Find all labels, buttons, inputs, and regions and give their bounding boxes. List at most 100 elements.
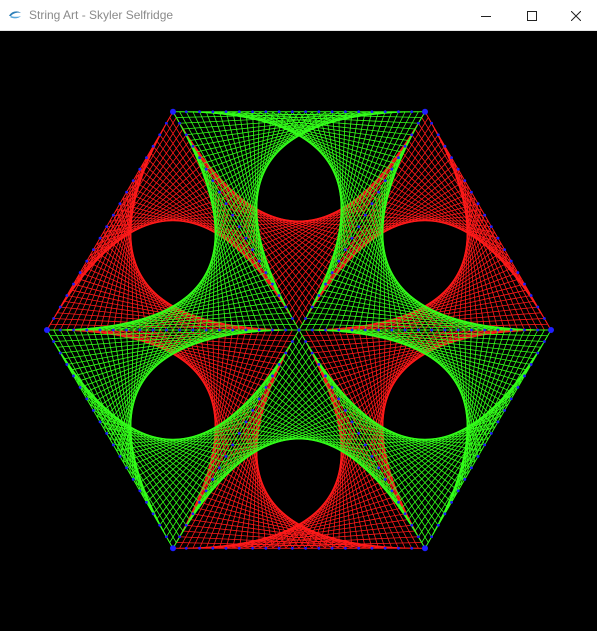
nail [304, 546, 308, 550]
nail [397, 500, 400, 504]
nail [410, 133, 414, 137]
nail [456, 328, 460, 332]
nail [436, 133, 440, 137]
nail [198, 110, 201, 114]
nail [251, 409, 254, 412]
nail [390, 328, 394, 332]
nail [330, 546, 334, 550]
nail [317, 110, 321, 114]
nail [370, 454, 374, 458]
nail [72, 328, 75, 332]
minimize-icon [481, 11, 491, 21]
nail [483, 213, 487, 217]
maximize-button[interactable] [509, 0, 555, 31]
nail [264, 546, 268, 550]
nail [363, 213, 367, 217]
nail [58, 305, 62, 309]
nail [98, 236, 102, 240]
nail [131, 179, 135, 183]
nail [204, 167, 208, 171]
nail [111, 443, 115, 447]
nail [383, 546, 387, 550]
nail [456, 167, 460, 171]
nail [98, 420, 102, 424]
nail [509, 397, 513, 401]
nail [65, 363, 69, 366]
nail [198, 546, 201, 550]
nail [443, 512, 447, 516]
nail [264, 271, 268, 274]
maximize-icon [527, 10, 537, 21]
nail [224, 202, 228, 206]
nail [536, 351, 540, 355]
nail [529, 294, 533, 297]
nail [158, 523, 162, 527]
nail [231, 213, 235, 217]
nail [198, 156, 201, 160]
nail [516, 386, 520, 389]
nail [496, 328, 500, 332]
nail [456, 489, 460, 493]
green-string [431, 329, 486, 446]
nail [277, 363, 281, 366]
nail [118, 202, 122, 206]
nail [271, 328, 274, 332]
nail [191, 328, 195, 332]
nail [304, 110, 308, 114]
nail [224, 454, 228, 458]
minimize-button[interactable] [463, 0, 509, 31]
nail [164, 121, 168, 125]
nail [542, 340, 546, 343]
nail [436, 523, 440, 527]
nail [357, 225, 361, 229]
nail [503, 248, 506, 252]
nail [523, 282, 526, 286]
nail [344, 409, 347, 412]
nail [277, 294, 281, 297]
nail [310, 328, 314, 332]
nail [164, 535, 168, 539]
nail [330, 110, 334, 114]
nail [218, 328, 221, 332]
nail [330, 386, 334, 389]
nail [125, 466, 128, 470]
nail [72, 374, 75, 378]
nail [244, 236, 248, 240]
nail [290, 340, 294, 343]
nail [151, 328, 155, 332]
nail [257, 397, 261, 401]
nail [184, 523, 188, 527]
nail [204, 328, 208, 332]
nail [125, 328, 128, 332]
nail [337, 259, 341, 263]
nail [397, 110, 400, 114]
nail [357, 546, 361, 550]
nail [284, 305, 288, 309]
nail [178, 535, 182, 539]
nail [257, 259, 261, 263]
nail [211, 477, 215, 481]
nail [370, 202, 374, 206]
nail [85, 259, 89, 263]
nail [463, 477, 467, 481]
nail [377, 328, 380, 332]
nail [85, 328, 89, 332]
nail [211, 546, 215, 550]
nail [363, 328, 367, 332]
nail [403, 512, 407, 516]
close-button[interactable] [553, 0, 597, 31]
nail [184, 546, 188, 550]
nail [277, 546, 281, 550]
nail [483, 328, 487, 332]
nail [92, 248, 95, 252]
nail [344, 248, 347, 252]
nail [164, 328, 168, 332]
nail [476, 454, 480, 458]
nail [231, 443, 235, 447]
vertex-nail [422, 545, 428, 552]
nail [443, 328, 447, 332]
vertex-nail [170, 108, 176, 115]
nail [416, 328, 420, 332]
title-bar[interactable]: String Art - Skyler Selfridge [0, 0, 597, 31]
nail [337, 397, 341, 401]
